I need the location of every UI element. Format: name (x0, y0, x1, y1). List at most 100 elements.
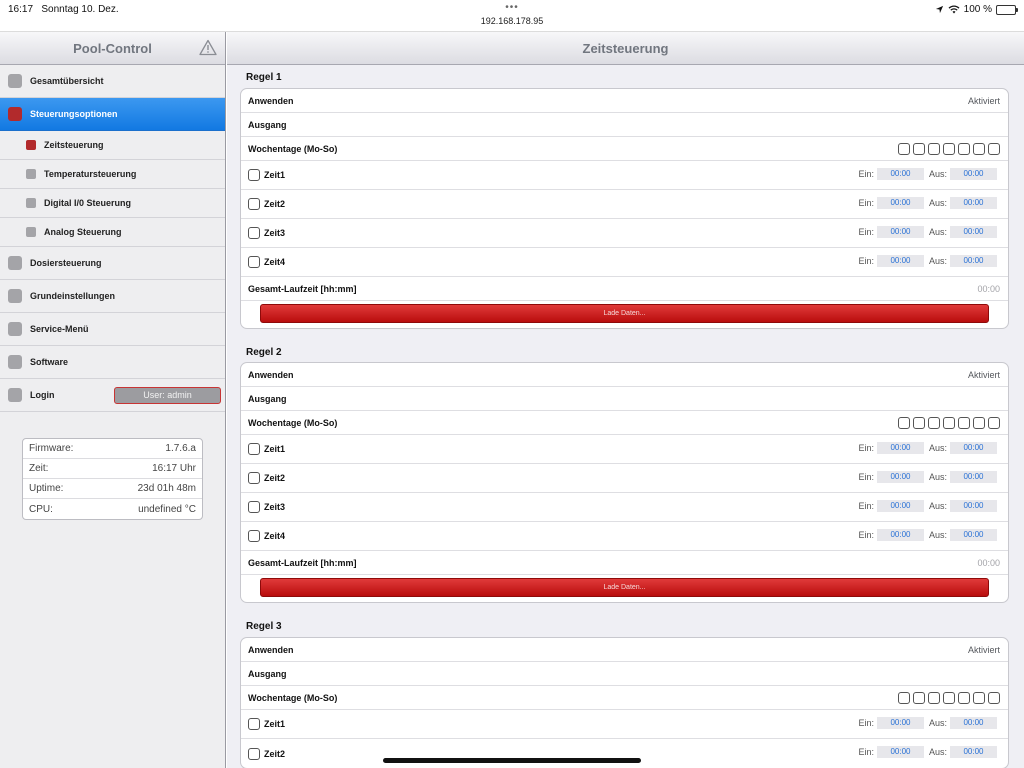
weekday-checkbox[interactable] (928, 691, 940, 704)
time-checkbox[interactable] (248, 501, 260, 513)
weekday-checkboxes (898, 416, 1000, 429)
weekday-checkbox[interactable] (988, 416, 1000, 429)
gray-square-icon (26, 227, 36, 237)
weekday-checkbox[interactable] (913, 142, 925, 155)
off-time-input[interactable]: 00:00 (950, 255, 997, 267)
apply-row[interactable]: Anwenden Aktiviert (241, 89, 1008, 113)
time-inputs: Ein: 00:00 Aus: 00:00 (858, 442, 997, 454)
sidebar-title: Pool-Control (73, 41, 152, 56)
url-label[interactable]: 192.168.178.95 (0, 16, 1024, 26)
weekday-checkbox[interactable] (943, 691, 955, 704)
gray-square-icon (8, 256, 22, 270)
output-label: Ausgang (248, 119, 287, 130)
weekday-checkbox[interactable] (988, 142, 1000, 155)
sidebar-item-steuerungsoptionen[interactable]: Steuerungsoptionen (0, 98, 225, 131)
apply-row[interactable]: Anwenden Aktiviert (241, 363, 1008, 387)
sidebar-item-service-menue[interactable]: Service-Menü (0, 313, 225, 346)
weekday-checkbox[interactable] (928, 416, 940, 429)
total-runtime-label: Gesamt-Laufzeit [hh:mm] (248, 283, 357, 294)
apply-value[interactable]: Aktiviert (968, 370, 1000, 380)
sidebar-subitem-analog[interactable]: Analog Steuerung (0, 218, 225, 247)
weekday-checkbox[interactable] (943, 142, 955, 155)
weekday-checkbox[interactable] (913, 416, 925, 429)
on-label: Ein: (858, 443, 874, 453)
weekday-checkbox[interactable] (943, 416, 955, 429)
on-time-input[interactable]: 00:00 (876, 500, 924, 512)
on-label: Ein: (858, 256, 874, 266)
time-checkbox[interactable] (248, 198, 260, 210)
gray-square-icon (8, 289, 22, 303)
time-checkbox[interactable] (248, 718, 260, 730)
apply-value[interactable]: Aktiviert (968, 96, 1000, 106)
info-label: Uptime: (29, 483, 64, 494)
apply-label: Anwenden (248, 644, 294, 655)
weekdays-row: Wochentage (Mo-So) (241, 686, 1008, 710)
off-time-input[interactable]: 00:00 (950, 500, 997, 512)
off-time-input[interactable]: 00:00 (950, 226, 997, 238)
weekday-checkbox[interactable] (928, 142, 940, 155)
sidebar-item-dosiersteuerung[interactable]: Dosiersteuerung (0, 247, 225, 280)
sidebar-item-grundeinstellungen[interactable]: Grundeinstellungen (0, 280, 225, 313)
warning-icon[interactable] (199, 39, 217, 56)
time-checkbox[interactable] (248, 227, 260, 239)
info-row-zeit: Zeit: 16:17 Uhr (23, 459, 202, 479)
on-time-input[interactable]: 00:00 (876, 168, 924, 180)
weekday-checkbox[interactable] (973, 416, 985, 429)
time-inputs: Ein: 00:00 Aus: 00:00 (858, 717, 997, 729)
on-time-input[interactable]: 00:00 (876, 746, 924, 758)
sidebar-item-gesamtuebersicht[interactable]: Gesamtübersicht (0, 65, 225, 98)
apply-row[interactable]: Anwenden Aktiviert (241, 638, 1008, 662)
on-time-input[interactable]: 00:00 (876, 197, 924, 209)
sidebar-item-label: Steuerungsoptionen (30, 109, 118, 119)
weekday-checkbox[interactable] (958, 142, 970, 155)
weekday-checkbox[interactable] (958, 691, 970, 704)
off-time-input[interactable]: 00:00 (950, 197, 997, 209)
off-time-input[interactable]: 00:00 (950, 717, 997, 729)
weekday-checkbox[interactable] (973, 691, 985, 704)
on-time-input[interactable]: 00:00 (876, 442, 924, 454)
multitask-dots-icon[interactable]: ••• (0, 2, 1024, 13)
on-time-input[interactable]: 00:00 (876, 226, 924, 238)
load-data-button[interactable]: Lade Daten... (260, 304, 989, 323)
sidebar-item-software[interactable]: Software (0, 346, 225, 379)
time-checkbox[interactable] (248, 472, 260, 484)
weekday-checkbox[interactable] (898, 416, 910, 429)
on-time-input[interactable]: 00:00 (876, 717, 924, 729)
sidebar-subitem-temperatursteuerung[interactable]: Temperatursteuerung (0, 160, 225, 189)
load-data-button[interactable]: Lade Daten... (260, 578, 989, 597)
sidebar-item-login[interactable]: Login User: admin (0, 379, 225, 412)
weekday-checkbox[interactable] (913, 691, 925, 704)
home-indicator[interactable] (383, 758, 641, 763)
weekday-checkbox[interactable] (988, 691, 1000, 704)
off-time-input[interactable]: 00:00 (950, 746, 997, 758)
sidebar-subitem-zeitsteuerung[interactable]: Zeitsteuerung (0, 131, 225, 160)
on-time-input[interactable]: 00:00 (876, 529, 924, 541)
sidebar-subitem-digital-io[interactable]: Digital I/0 Steuerung (0, 189, 225, 218)
user-button[interactable]: User: admin (114, 387, 221, 404)
on-time-input[interactable]: 00:00 (876, 255, 924, 267)
output-row[interactable]: Ausgang (241, 662, 1008, 686)
time-checkbox[interactable] (248, 530, 260, 542)
time-checkbox[interactable] (248, 169, 260, 181)
weekday-checkbox[interactable] (973, 142, 985, 155)
time-checkbox[interactable] (248, 256, 260, 268)
time-checkbox[interactable] (248, 443, 260, 455)
time-label: Zeit2 (264, 199, 286, 209)
rule-title: Regel 2 (246, 347, 282, 358)
on-time-input[interactable]: 00:00 (876, 471, 924, 483)
time-checkbox[interactable] (248, 747, 260, 760)
output-row[interactable]: Ausgang (241, 113, 1008, 137)
rule-title: Regel 1 (246, 72, 282, 83)
apply-value[interactable]: Aktiviert (968, 645, 1000, 655)
output-row[interactable]: Ausgang (241, 387, 1008, 411)
time-label: Zeit4 (264, 257, 286, 267)
off-time-input[interactable]: 00:00 (950, 442, 997, 454)
status-bar: 16:17 Sonntag 10. Dez. ••• 192.168.178.9… (0, 0, 1024, 32)
weekday-checkbox[interactable] (898, 691, 910, 704)
weekday-checkbox[interactable] (898, 142, 910, 155)
off-time-input[interactable]: 00:00 (950, 471, 997, 483)
on-label: Ein: (858, 747, 874, 757)
weekday-checkbox[interactable] (958, 416, 970, 429)
off-time-input[interactable]: 00:00 (950, 168, 997, 180)
off-time-input[interactable]: 00:00 (950, 529, 997, 541)
